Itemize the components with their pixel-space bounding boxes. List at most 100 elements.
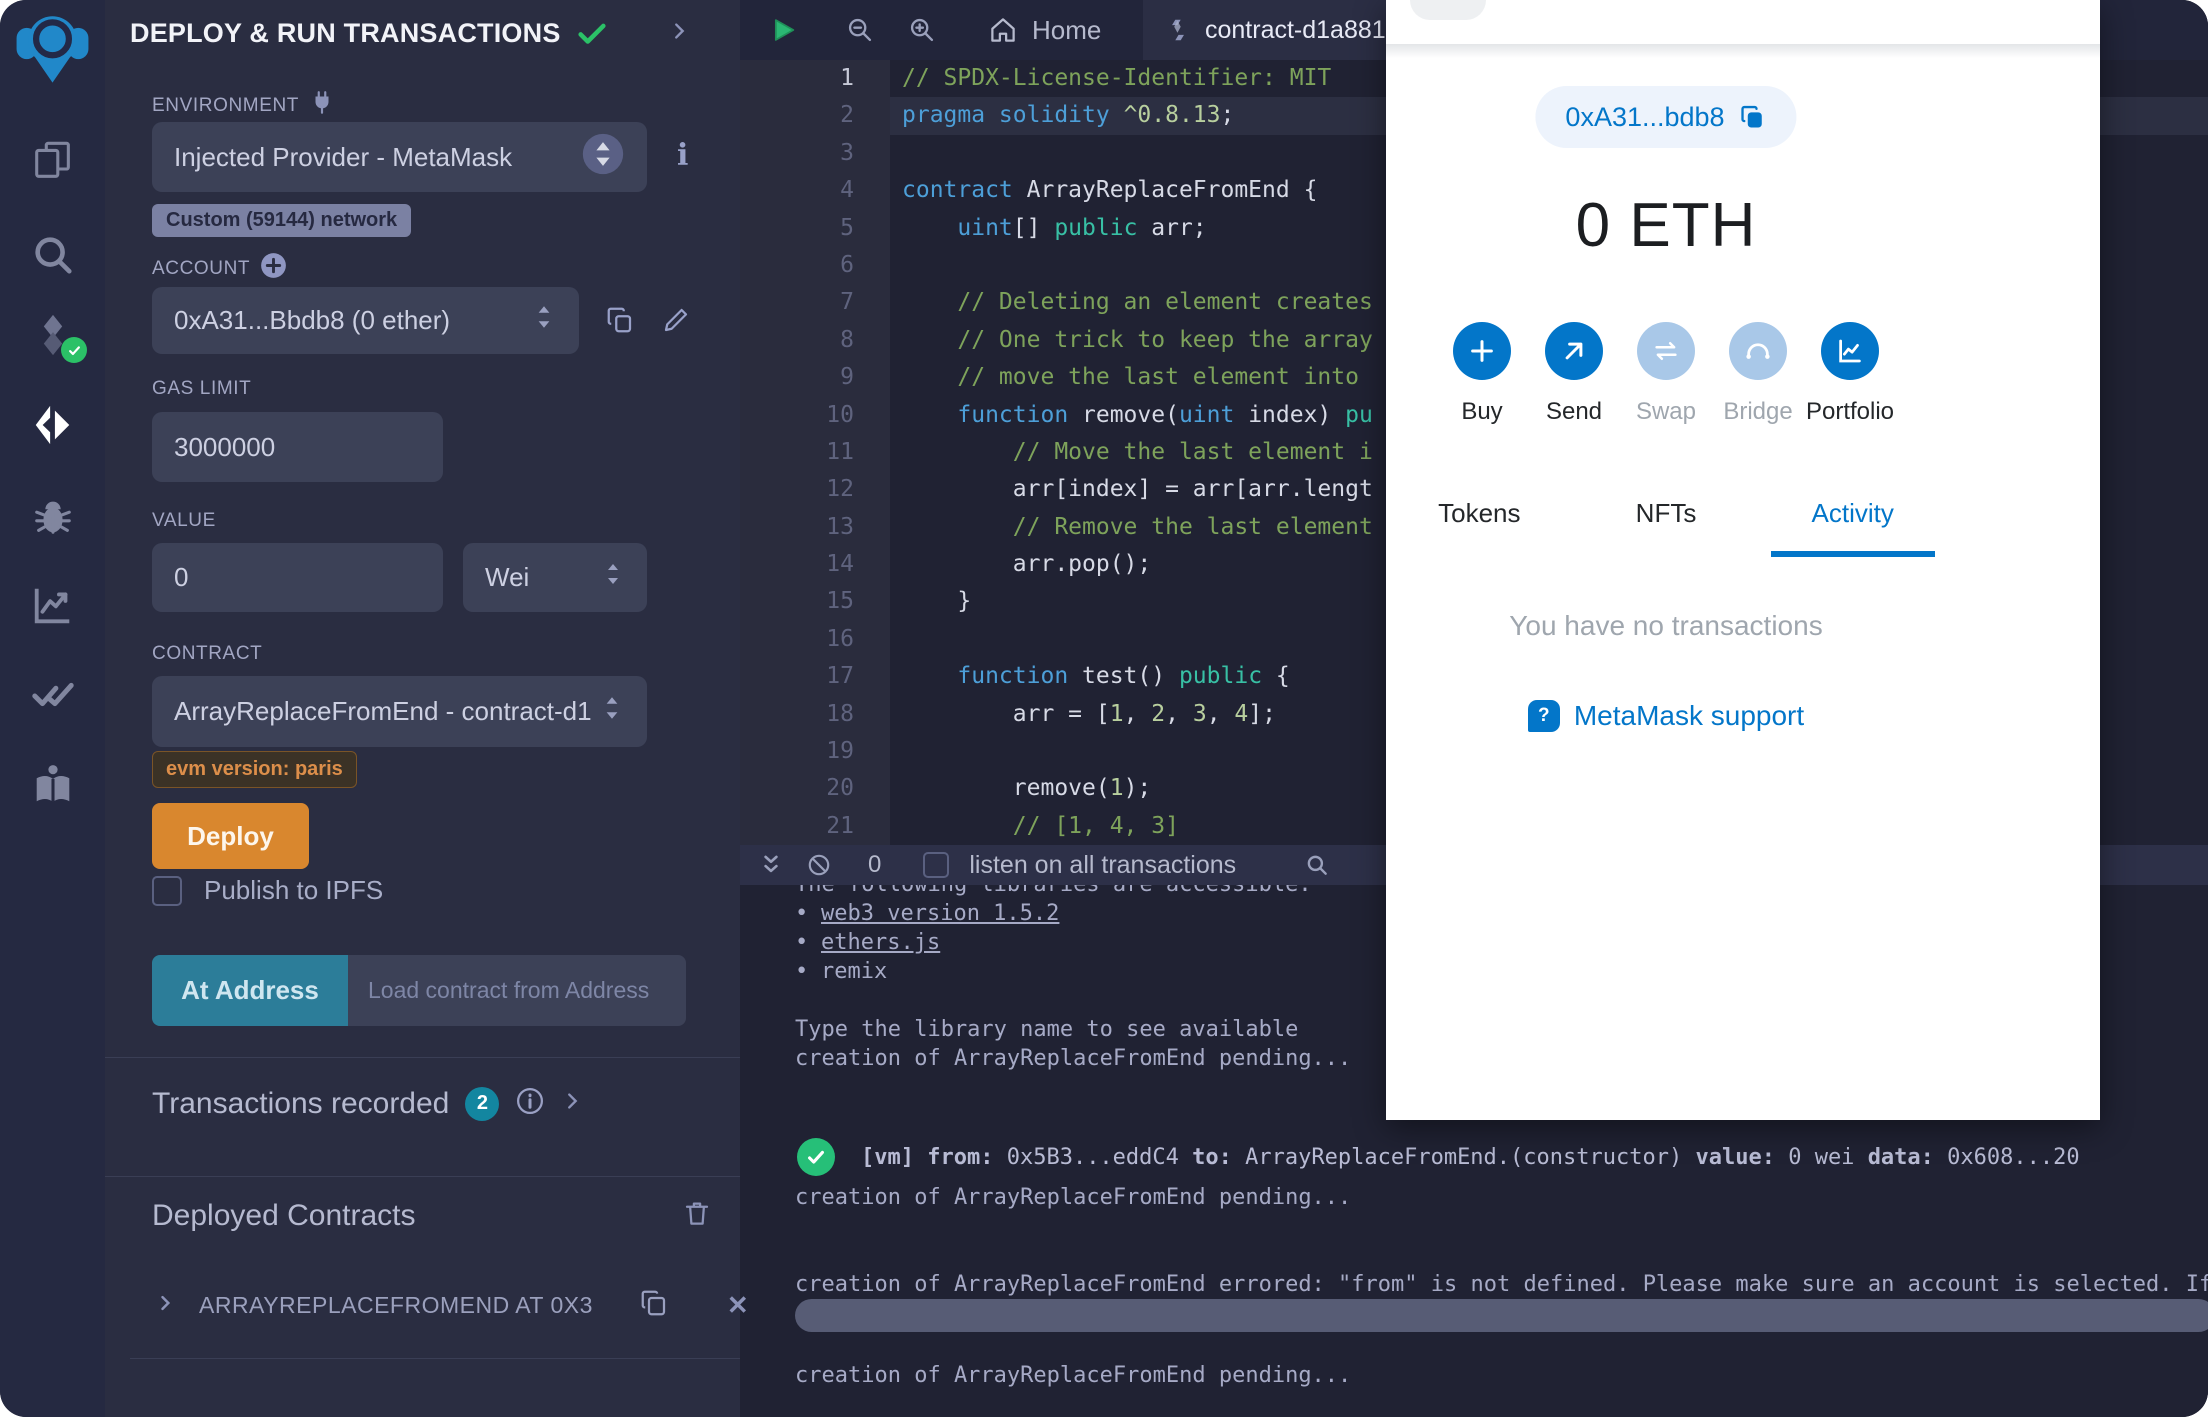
buy-button[interactable]: Buy [1436,322,1528,426]
line-number: 18 [826,700,854,727]
value-label: VALUE [152,510,216,531]
copy-address-icon[interactable] [1739,103,1767,131]
remove-deployed-icon[interactable]: ✕ [727,1290,749,1321]
terminal-search-icon[interactable] [1304,852,1330,878]
publish-ipfs-label: Publish to IPFS [204,875,384,905]
no-transactions-text: You have no transactions [1509,610,1823,641]
metamask-popup: 0xA31...bdb8 0 ETH Buy Send Swap Bridge Port… [1386,0,2100,1120]
portfolio-icon [1821,322,1879,380]
line-number: 2 [840,102,854,129]
contract-select[interactable]: ArrayReplaceFromEnd - contract-d1a8 [152,676,647,747]
tab-home-label: Home [1032,14,1102,45]
statistics-icon[interactable] [0,575,105,635]
tab-home[interactable]: Home [988,15,1101,46]
transaction-log-row[interactable]: [vm] from: 0x5B3...eddC4 to: ArrayReplac… [740,1131,2208,1183]
unit-testing-icon[interactable] [0,665,105,725]
environment-select[interactable]: Injected Provider - MetaMask [152,122,647,192]
debugger-icon[interactable] [0,486,105,546]
line-number: 16 [826,625,854,652]
tab-activity[interactable]: Activity [1759,498,1946,551]
terminal-line: creation of ArrayReplaceFromEnd pending.… [795,1185,1352,1210]
gas-limit-input[interactable] [152,412,443,482]
terminal-pending-count: 0 [868,851,882,878]
contract-select-arrows-icon [599,693,625,730]
learneth-icon[interactable] [0,755,105,815]
line-number: 5 [840,214,854,241]
network-badge: Custom (59144) network [152,204,412,237]
line-number: 15 [826,588,854,615]
clear-terminal-icon[interactable] [806,852,832,878]
tx-success-check-icon [797,1138,835,1176]
deployed-contract-label: ARRAYREPLACEFROMEND AT 0X3 [199,1292,593,1318]
evm-version-badge: evm version: paris [152,751,357,788]
listen-transactions-checkbox[interactable] [923,852,950,878]
swap-button: Swap [1620,322,1712,426]
account-address: 0xA31...bdb8 [1565,101,1725,132]
zoom-out-icon[interactable] [846,16,874,44]
at-address-button[interactable]: At Address [152,955,348,1026]
arrow-up-right-icon [1545,322,1603,380]
file-explorer-icon[interactable] [0,130,105,190]
value-unit-select[interactable]: Wei [463,543,647,612]
editor-gutter: 1 2 3 4 5 6 7 8 9 10 11 12 13 14 15 16 17 18 19 20 21 [740,60,890,845]
support-question-icon: ? [1527,700,1560,732]
send-button[interactable]: Send [1528,322,1620,426]
add-account-icon[interactable] [260,252,287,285]
remix-logo[interactable] [15,6,90,83]
deploy-button[interactable]: Deploy [152,803,309,869]
deploy-run-panel: DEPLOY & RUN TRANSACTIONS ENVIRONMENT In… [105,0,749,1417]
metamask-header-divider [1386,44,2100,58]
line-number: 1 [840,65,854,91]
run-script-play-icon[interactable] [770,16,798,44]
edit-account-icon[interactable] [661,305,691,340]
clear-deployed-trash-icon[interactable] [682,1198,712,1233]
deployed-expand-chevron-icon[interactable] [155,1293,175,1318]
metamask-header-pill[interactable] [1410,0,1486,20]
transactions-info-icon[interactable] [515,1086,545,1121]
portfolio-button[interactable]: Portfolio [1804,322,1896,426]
line-number: 21 [826,812,854,839]
account-select[interactable]: 0xA31...Bbdb8 (0 ether) [152,287,579,354]
terminal-line: creation of ArrayReplaceFromEnd pending.… [795,1363,1352,1388]
plugin-icon-sidebar [0,0,105,1417]
load-contract-address-input[interactable] [348,955,686,1026]
title-check-icon [577,23,606,44]
tab-tokens[interactable]: Tokens [1386,498,1573,551]
remix-ide-window: DEPLOY & RUN TRANSACTIONS ENVIRONMENT In… [0,0,2208,1417]
environment-info-icon[interactable]: i [677,138,688,173]
publish-ipfs-checkbox[interactable] [152,875,182,906]
environment-select-arrows-icon [581,132,625,183]
line-number: 4 [840,177,854,204]
panel-collapse-chevron-icon[interactable] [668,20,690,47]
metamask-support-link[interactable]: ? MetaMask support [1386,700,1946,732]
account-select-arrows-icon [531,302,557,339]
terminal-scrollbar[interactable] [795,1299,2208,1332]
deploy-run-icon[interactable] [0,395,105,455]
line-number: 19 [826,738,854,765]
transactions-expand-chevron-icon[interactable] [561,1090,583,1117]
deployed-contract-row[interactable]: ARRAYREPLACEFROMEND AT 0X3 ✕ [155,1288,749,1323]
copy-deployed-address-icon[interactable] [639,1288,669,1323]
contract-label: CONTRACT [152,643,263,664]
tab-nfts[interactable]: NFTs [1573,498,1760,551]
plug-icon[interactable] [309,90,335,122]
copy-account-icon[interactable] [605,305,635,340]
line-number: 8 [840,326,854,353]
compiled-check-badge [61,337,87,363]
line-number: 14 [826,551,854,578]
gas-limit-label: GAS LIMIT [152,378,252,399]
search-icon[interactable] [0,225,105,285]
terminal-line: creation of ArrayReplaceFromEnd errored:… [795,1272,2208,1297]
line-number: 20 [826,775,854,802]
zoom-in-icon[interactable] [908,16,936,44]
environment-label: ENVIRONMENT [152,90,335,122]
value-input[interactable] [152,543,443,612]
swap-icon [1637,322,1695,380]
line-number: 7 [840,289,854,316]
solidity-compiler-icon[interactable] [0,305,105,365]
account-address-pill[interactable]: 0xA31...bdb8 [1535,86,1797,148]
line-number: 9 [840,364,854,391]
terminal-expand-chevrons-icon[interactable] [758,852,784,878]
